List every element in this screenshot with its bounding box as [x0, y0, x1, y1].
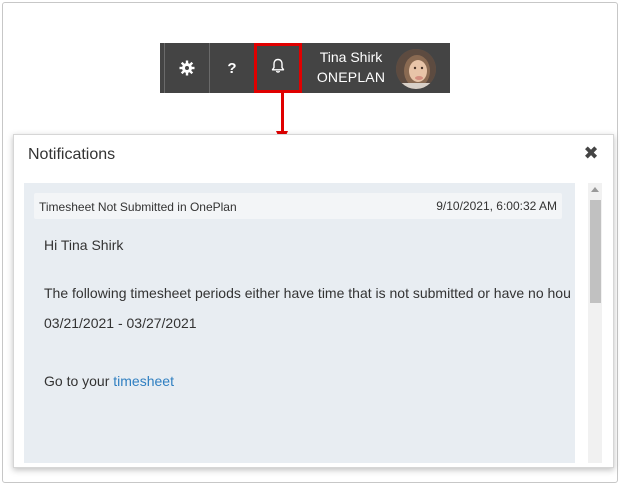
- user-menu[interactable]: Tina Shirk ONEPLAN: [311, 48, 391, 87]
- top-toolbar: ? Tina Shirk ONEPLAN: [160, 43, 450, 93]
- screenshot-frame: ? Tina Shirk ONEPLAN Notifications ✖ Tim…: [2, 2, 618, 483]
- notification-cta: Go to your timesheet: [44, 371, 571, 391]
- settings-button[interactable]: [165, 43, 209, 93]
- notification-body: Hi Tina Shirk The following timesheet pe…: [44, 235, 571, 391]
- help-icon: ?: [227, 59, 237, 77]
- notification-timestamp: 9/10/2021, 6:00:32 AM: [436, 199, 557, 213]
- notification-header[interactable]: Timesheet Not Submitted in OnePlan 9/10/…: [34, 193, 562, 219]
- user-name: Tina Shirk: [319, 49, 383, 65]
- gear-icon: [179, 60, 195, 76]
- notification-message: The following timesheet periods either h…: [44, 285, 571, 301]
- help-button[interactable]: ?: [210, 43, 254, 93]
- scrollbar-thumb[interactable]: [590, 200, 601, 303]
- avatar[interactable]: [396, 49, 436, 89]
- notifications-list: Timesheet Not Submitted in OnePlan 9/10/…: [24, 183, 575, 463]
- notification-subject: Timesheet Not Submitted in OnePlan: [39, 200, 237, 214]
- notification-period: 03/21/2021 - 03/27/2021: [44, 315, 197, 331]
- annotation-arrow: [281, 93, 284, 133]
- cta-prefix: Go to your: [44, 373, 114, 389]
- timesheet-link[interactable]: timesheet: [113, 373, 174, 389]
- notifications-button[interactable]: [254, 43, 302, 93]
- panel-title: Notifications: [28, 146, 116, 163]
- notifications-panel: Notifications ✖ Timesheet Not Submitted …: [13, 134, 614, 468]
- close-icon[interactable]: ✖: [583, 144, 599, 162]
- scroll-up-arrow[interactable]: [591, 187, 599, 192]
- scrollbar[interactable]: [588, 183, 602, 463]
- user-organization: ONEPLAN: [316, 69, 386, 85]
- bell-icon: [271, 58, 285, 79]
- notification-greeting: Hi Tina Shirk: [44, 237, 124, 253]
